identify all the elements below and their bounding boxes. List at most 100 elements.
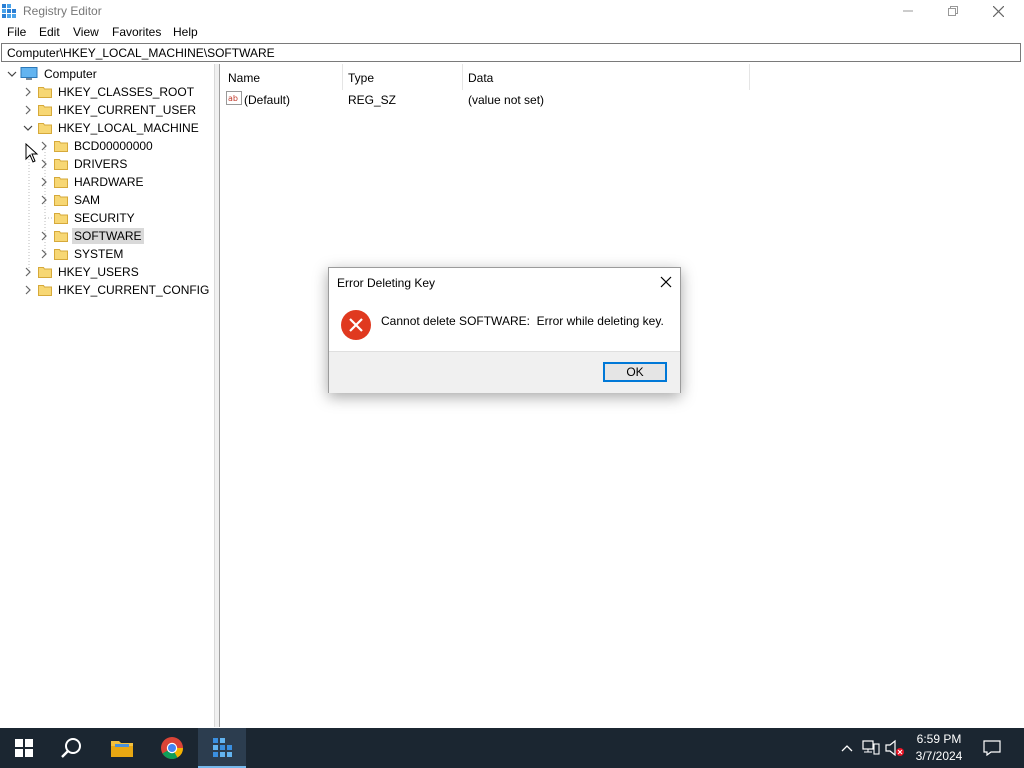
- tree-node-bcd00000000[interactable]: BCD00000000: [38, 137, 155, 155]
- address-text: Computer\HKEY_LOCAL_MACHINE\SOFTWARE: [7, 46, 275, 60]
- column-header-type[interactable]: Type: [348, 68, 462, 88]
- chrome-button[interactable]: [148, 728, 196, 768]
- folder-icon: [54, 159, 68, 170]
- error-dialog: Error Deleting Key Cannot delete SOFTWAR…: [328, 267, 681, 393]
- mouse-cursor-icon: [25, 143, 39, 163]
- folder-icon: [38, 267, 52, 278]
- column-divider[interactable]: [749, 64, 750, 90]
- tree-node-drivers[interactable]: DRIVERS: [38, 155, 129, 173]
- show-hidden-icons-button[interactable]: [837, 738, 857, 758]
- menu-help[interactable]: Help: [173, 25, 198, 39]
- tree-label: Computer: [44, 67, 97, 81]
- action-center-button[interactable]: [982, 738, 1002, 758]
- folder-icon: [54, 213, 68, 224]
- string-value-icon: ab: [226, 91, 242, 105]
- tree-node-hkey-local-machine[interactable]: HKEY_LOCAL_MACHINE: [22, 119, 201, 137]
- tree-label-selected: SOFTWARE: [72, 228, 144, 244]
- tree-label: BCD00000000: [74, 139, 153, 153]
- chevron-right-icon[interactable]: [38, 140, 50, 152]
- chevron-right-icon[interactable]: [22, 266, 34, 278]
- start-icon: [15, 739, 33, 757]
- value-data: (value not set): [468, 93, 545, 107]
- volume-tray-button[interactable]: [885, 738, 905, 758]
- taskbar-clock[interactable]: 6:59 PM 3/7/2024: [908, 731, 970, 765]
- dialog-title: Error Deleting Key: [337, 276, 436, 290]
- network-tray-button[interactable]: [861, 738, 881, 758]
- tree-label: DRIVERS: [74, 157, 128, 171]
- tree-label: HKEY_LOCAL_MACHINE: [58, 121, 199, 135]
- column-header-data[interactable]: Data: [468, 68, 748, 88]
- column-header-name[interactable]: Name: [228, 68, 342, 88]
- title-bar: Registry Editor: [0, 0, 1024, 22]
- ok-button[interactable]: OK: [603, 362, 667, 382]
- computer-icon: [20, 67, 38, 80]
- folder-icon: [38, 105, 52, 116]
- menu-bar: File Edit View Favorites Help: [0, 23, 1024, 42]
- tree-node-hardware[interactable]: HARDWARE: [38, 173, 146, 191]
- chevron-right-icon[interactable]: [22, 104, 34, 116]
- menu-view[interactable]: View: [73, 25, 99, 39]
- search-button[interactable]: [48, 728, 96, 768]
- chevron-right-icon[interactable]: [38, 248, 50, 260]
- tree-node-hkey-current-user[interactable]: HKEY_CURRENT_USER: [22, 101, 198, 119]
- chevron-right-icon[interactable]: [38, 194, 50, 206]
- column-divider[interactable]: [462, 64, 463, 90]
- tree-node-hkey-users[interactable]: HKEY_USERS: [22, 263, 141, 281]
- menu-favorites[interactable]: Favorites: [112, 25, 161, 39]
- chevron-up-icon: [841, 745, 853, 752]
- registry-editor-icon: [213, 738, 232, 757]
- folder-icon: [54, 231, 68, 242]
- tree-node-computer[interactable]: Computer: [6, 65, 99, 83]
- folder-icon: [54, 249, 68, 260]
- address-bar[interactable]: Computer\HKEY_LOCAL_MACHINE\SOFTWARE: [1, 43, 1021, 62]
- tree-node-hkey-current-config[interactable]: HKEY_CURRENT_CONFIG: [22, 281, 211, 299]
- tree-node-sam[interactable]: SAM: [38, 191, 102, 209]
- tree-label: HKEY_CURRENT_USER: [58, 103, 197, 117]
- network-icon: [862, 740, 880, 755]
- file-explorer-button[interactable]: [98, 728, 146, 768]
- registry-editor-app-icon: [2, 4, 16, 18]
- chevron-right-icon[interactable]: [38, 176, 50, 188]
- folder-open-icon: [38, 123, 52, 134]
- tree-node-system[interactable]: SYSTEM: [38, 245, 125, 263]
- chevron-down-icon[interactable]: [22, 122, 34, 134]
- error-icon: [341, 310, 371, 340]
- folder-icon: [54, 195, 68, 206]
- tree-label: HKEY_CLASSES_ROOT: [58, 85, 195, 99]
- registry-editor-taskbar-button[interactable]: [198, 728, 246, 768]
- minimize-button[interactable]: [885, 0, 930, 22]
- tree-label: HARDWARE: [74, 175, 144, 189]
- folder-icon: [38, 285, 52, 296]
- chrome-icon: [161, 737, 183, 759]
- dialog-footer: OK: [329, 351, 680, 393]
- tree-node-security[interactable]: SECURITY: [38, 209, 137, 227]
- close-icon: [993, 5, 1004, 17]
- restore-icon: [947, 6, 958, 16]
- chevron-right-icon[interactable]: [22, 86, 34, 98]
- value-list-pane[interactable]: Name Type Data ab (Default) REG_SZ (valu…: [220, 64, 1024, 727]
- table-row[interactable]: ab (Default) REG_SZ (value not set): [226, 90, 746, 108]
- chevron-right-icon[interactable]: [38, 230, 50, 242]
- chevron-down-icon[interactable]: [6, 68, 18, 80]
- menu-edit[interactable]: Edit: [39, 25, 60, 39]
- tree-node-software[interactable]: SOFTWARE: [38, 227, 144, 245]
- minimize-icon: [902, 10, 913, 12]
- folder-icon: [54, 177, 68, 188]
- close-button[interactable]: [976, 0, 1021, 22]
- chevron-right-icon[interactable]: [22, 284, 34, 296]
- tree-node-hkey-classes-root[interactable]: HKEY_CLASSES_ROOT: [22, 83, 196, 101]
- close-icon[interactable]: [658, 274, 674, 290]
- dialog-message: Cannot delete SOFTWARE: Error while dele…: [381, 314, 664, 328]
- value-type: REG_SZ: [348, 93, 397, 107]
- folder-icon: [38, 87, 52, 98]
- column-divider[interactable]: [342, 64, 343, 90]
- menu-file[interactable]: File: [7, 25, 26, 39]
- tree-label: HKEY_CURRENT_CONFIG: [58, 283, 210, 297]
- restore-button[interactable]: [930, 0, 975, 22]
- taskbar: 6:59 PM 3/7/2024: [0, 728, 1024, 768]
- chevron-right-icon[interactable]: [38, 158, 50, 170]
- key-tree-pane[interactable]: Computer HKEY_CLASSES_ROOT HKEY_CURRENT_…: [0, 64, 215, 727]
- start-button[interactable]: [0, 728, 48, 768]
- notification-icon: [983, 740, 1001, 756]
- folder-icon: [54, 141, 68, 152]
